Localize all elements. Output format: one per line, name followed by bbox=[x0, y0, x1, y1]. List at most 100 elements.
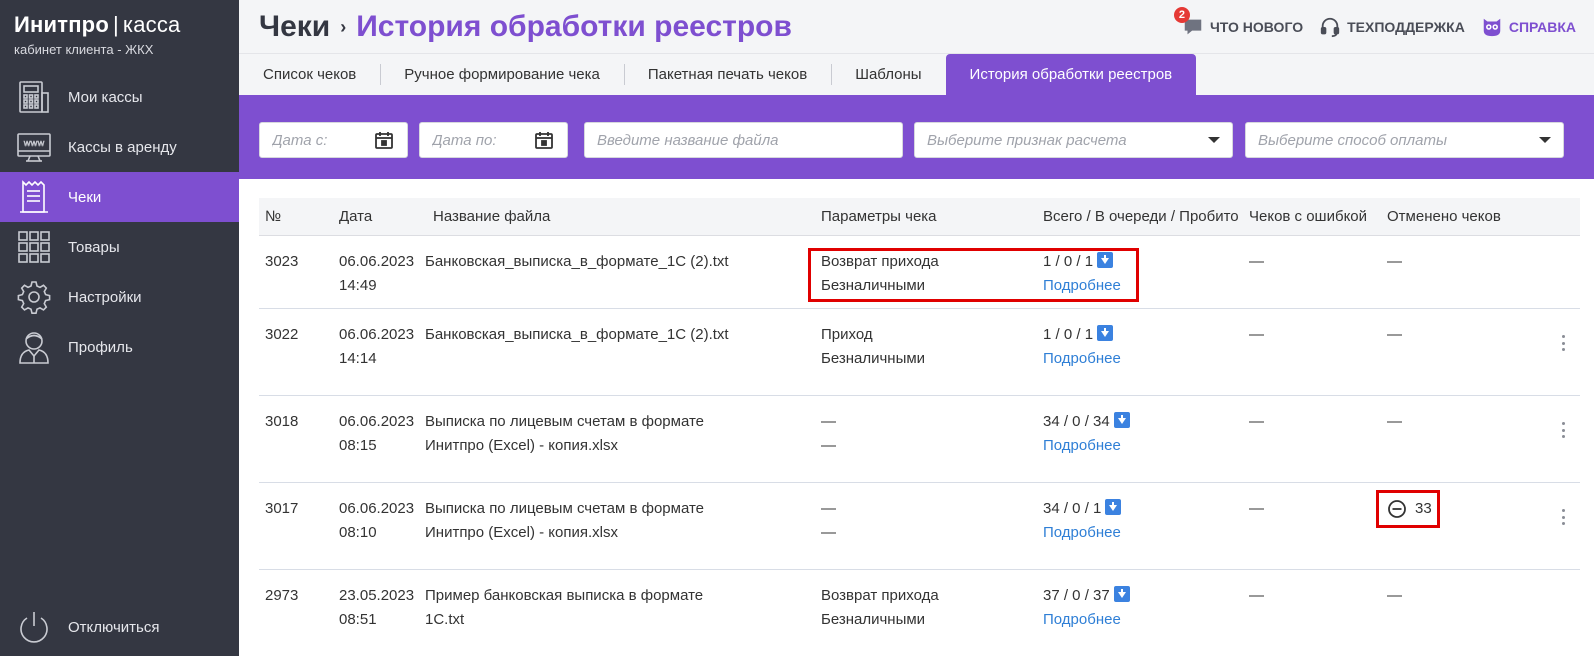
row-errors: — bbox=[1249, 326, 1264, 343]
row-date-value: 06.06.2023 bbox=[339, 413, 415, 430]
details-link[interactable]: Подробнее bbox=[1043, 347, 1121, 371]
row-params: Возврат прихода Безналичными bbox=[821, 570, 939, 632]
row-param-payment: Безналичными bbox=[821, 277, 926, 294]
download-icon[interactable] bbox=[1105, 499, 1122, 515]
row-param-type: Возврат прихода bbox=[821, 587, 939, 604]
user-icon bbox=[0, 329, 68, 365]
row-file-line2: Инитпро (Excel) - копия.xlsx bbox=[425, 524, 618, 541]
row-date: 06.06.2023 08:10 bbox=[339, 483, 414, 545]
support-link[interactable]: ТЕХПОДДЕРЖКА bbox=[1319, 16, 1465, 38]
row-params: Приход Безналичными bbox=[821, 309, 925, 371]
col-cancelled[interactable]: Отменено чеков bbox=[1387, 208, 1501, 225]
table-row[interactable]: 2973 23.05.2023 08:51 Пример банковская в… bbox=[259, 570, 1580, 656]
col-errors[interactable]: Чеков с ошибкой bbox=[1249, 208, 1367, 225]
breadcrumb-arrow-icon: › bbox=[340, 16, 347, 37]
details-link[interactable]: Подробнее bbox=[1043, 274, 1121, 298]
row-param-type: Возврат прихода bbox=[821, 253, 939, 270]
gear-icon bbox=[0, 279, 68, 315]
sidebar-item-receipts[interactable]: Чеки bbox=[0, 172, 239, 222]
date-from-field[interactable] bbox=[259, 122, 408, 158]
file-name-input[interactable] bbox=[597, 131, 890, 149]
payment-sign-select[interactable] bbox=[914, 122, 1233, 158]
row-cancelled: — bbox=[1387, 413, 1402, 430]
date-to-field[interactable] bbox=[419, 122, 568, 158]
table-row[interactable]: 3022 06.06.2023 14:14 Банковская_выписка_… bbox=[259, 309, 1580, 396]
download-icon[interactable] bbox=[1113, 586, 1130, 602]
col-num[interactable]: № bbox=[265, 208, 281, 225]
help-label: СПРАВКА bbox=[1508, 19, 1576, 35]
tab-bar: Список чеков Ручное формирование чека Па… bbox=[239, 54, 1594, 95]
brand-subtitle: кабинет клиента - ЖКХ bbox=[14, 42, 154, 57]
download-icon[interactable] bbox=[1113, 412, 1130, 428]
table-row[interactable]: 3018 06.06.2023 08:15 Выписка по лицевым … bbox=[259, 396, 1580, 483]
download-icon[interactable] bbox=[1097, 325, 1114, 341]
registry-table: № Дата Название файла Параметры чека Все… bbox=[259, 198, 1580, 656]
sidebar-item-label: Чеки bbox=[68, 188, 102, 206]
logout-button[interactable]: Отключиться bbox=[0, 602, 239, 652]
row-param-payment: — bbox=[821, 524, 836, 541]
date-to-input[interactable] bbox=[432, 131, 533, 149]
sidebar-item-my-registers[interactable]: Мои кассы bbox=[0, 72, 239, 122]
col-total[interactable]: Всего / В очереди / Пробито bbox=[1043, 208, 1239, 225]
details-link[interactable]: Подробнее bbox=[1043, 608, 1130, 632]
download-icon[interactable] bbox=[1097, 252, 1114, 268]
row-errors: — bbox=[1249, 500, 1264, 517]
col-params[interactable]: Параметры чека bbox=[821, 208, 937, 225]
logout-label: Отключиться bbox=[68, 618, 160, 636]
sidebar-item-settings[interactable]: Настройки bbox=[0, 272, 239, 322]
breadcrumb-parent[interactable]: Чеки bbox=[259, 10, 330, 44]
tab-templates[interactable]: Шаблоны bbox=[831, 54, 945, 95]
col-file[interactable]: Название файла bbox=[433, 208, 550, 225]
filter-bar bbox=[239, 95, 1594, 179]
row-param-payment: — bbox=[821, 437, 836, 454]
cancelled-count[interactable]: 33 bbox=[1387, 497, 1432, 521]
col-date[interactable]: Дата bbox=[339, 208, 372, 225]
whats-new-label: ЧТО НОВОГО bbox=[1209, 19, 1304, 35]
details-link[interactable]: Подробнее bbox=[1043, 434, 1130, 458]
row-date-value: 06.06.2023 bbox=[339, 326, 415, 343]
sidebar-item-products[interactable]: Товары bbox=[0, 222, 239, 272]
support-label: ТЕХПОДДЕРЖКА bbox=[1347, 19, 1465, 35]
sidebar-item-profile[interactable]: Профиль bbox=[0, 322, 239, 372]
row-date-value: 06.06.2023 bbox=[339, 500, 415, 517]
payment-method-input[interactable] bbox=[1258, 131, 1539, 149]
row-errors: — bbox=[1249, 413, 1264, 430]
tab-receipt-list[interactable]: Список чеков bbox=[239, 54, 380, 95]
row-param-payment: Безналичными bbox=[821, 350, 926, 367]
payment-sign-input[interactable] bbox=[927, 131, 1208, 149]
row-num: 3022 bbox=[265, 326, 299, 343]
row-param-type: Приход bbox=[821, 326, 873, 343]
news-badge: 2 bbox=[1173, 7, 1190, 23]
brand-product: касса bbox=[122, 12, 181, 37]
brand-logo[interactable]: Инитпро | касса bbox=[14, 12, 180, 38]
date-from-input[interactable] bbox=[272, 131, 373, 149]
table-row[interactable]: 3017 06.06.2023 08:10 Выписка по лицевым … bbox=[259, 483, 1580, 570]
row-menu-icon[interactable] bbox=[1560, 335, 1566, 351]
row-time-value: 08:10 bbox=[339, 524, 377, 541]
row-menu-icon[interactable] bbox=[1560, 509, 1566, 525]
row-cancelled: — bbox=[1387, 326, 1402, 343]
headset-icon bbox=[1319, 16, 1341, 38]
page-title: История обработки реестров bbox=[356, 10, 792, 43]
file-name-field[interactable] bbox=[584, 122, 903, 158]
sidebar-item-rent-registers[interactable]: WWW Кассы в аренду bbox=[0, 122, 239, 172]
calendar-icon[interactable] bbox=[373, 129, 395, 151]
tab-registry-history[interactable]: История обработки реестров bbox=[945, 54, 1197, 95]
row-date: 06.06.2023 08:15 bbox=[339, 396, 414, 458]
row-menu-icon[interactable] bbox=[1560, 422, 1566, 438]
details-link[interactable]: Подробнее bbox=[1043, 521, 1121, 545]
row-total-value: 1 / 0 / 1 bbox=[1043, 253, 1094, 270]
calendar-icon[interactable] bbox=[533, 129, 555, 151]
help-link[interactable]: СПРАВКА bbox=[1481, 16, 1576, 38]
payment-method-select[interactable] bbox=[1245, 122, 1564, 158]
row-param-type: — bbox=[821, 413, 836, 430]
whats-new-link[interactable]: 2 ЧТО НОВОГО bbox=[1173, 7, 1304, 38]
tab-manual-receipt[interactable]: Ручное формирование чека bbox=[380, 54, 624, 95]
row-errors: — bbox=[1249, 587, 1264, 604]
tab-batch-print[interactable]: Пакетная печать чеков bbox=[623, 54, 831, 95]
row-param-payment: Безналичными bbox=[821, 611, 926, 628]
row-file: Банковская_выписка_в_формате_1С (2).txt bbox=[425, 236, 805, 274]
table-row[interactable]: 3023 06.06.2023 14:49 Банковская_выписка_… bbox=[259, 236, 1580, 309]
row-total-value: 34 / 0 / 1 bbox=[1043, 500, 1102, 517]
row-time-value: 14:14 bbox=[339, 350, 377, 367]
